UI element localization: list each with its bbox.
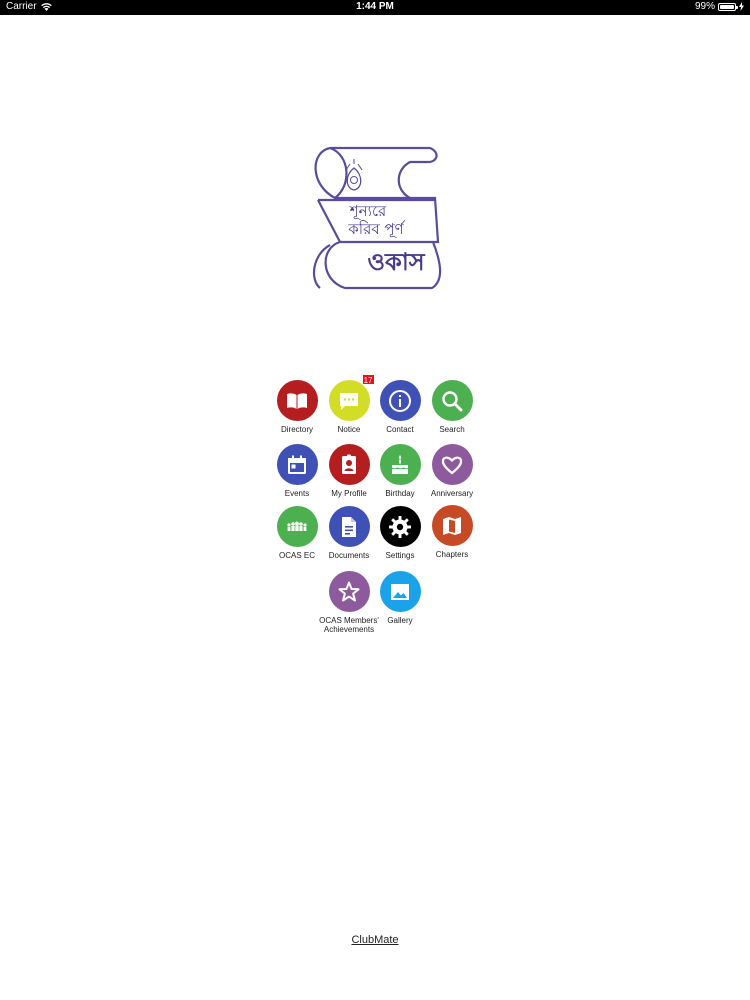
charging-bolt-icon (739, 2, 744, 11)
clubmate-link[interactable]: ClubMate (0, 934, 750, 946)
menu-item-search[interactable]: Search (418, 380, 486, 434)
battery-icon (718, 2, 738, 11)
anniversary-label: Anniversary (430, 489, 474, 498)
map-icon (443, 516, 461, 535)
menu-item-anniversary[interactable]: Anniversary (418, 444, 486, 498)
birthday-circle[interactable] (379, 444, 421, 485)
image-icon (391, 583, 409, 600)
cake-icon (392, 454, 408, 474)
book-icon (287, 392, 307, 409)
achievements-circle[interactable] (328, 571, 370, 612)
battery-percent: 99% (694, 1, 715, 12)
my-profile-label: My Profile (331, 489, 367, 498)
chapters-label: Chapters (435, 550, 469, 559)
status-time: 1:44 PM (356, 1, 394, 12)
documents-circle[interactable] (328, 506, 370, 547)
search-label: Search (439, 425, 465, 434)
settings-label: Settings (385, 551, 415, 560)
status-bar: Carrier 1:44 PM 99% (0, 0, 750, 15)
heart-icon (441, 456, 463, 474)
chapters-circle[interactable] (431, 505, 473, 546)
id-badge-icon (342, 454, 356, 474)
logo-line-2: করিব পূর্ণ (347, 220, 406, 239)
menu-item-chapters[interactable]: Chapters (418, 505, 486, 559)
info-icon (389, 389, 411, 412)
achievements-label-line-2: Achievements (323, 625, 375, 634)
ocas-logo: শূন্যরে করিব পূর্ণ ওকাস (312, 146, 442, 290)
ocas-ec-label: OCAS EC (278, 551, 315, 560)
logo-emblem-icon (345, 159, 363, 191)
logo-line-3: ওকাস (367, 248, 425, 276)
contact-circle[interactable] (379, 380, 421, 421)
events-circle[interactable] (276, 444, 318, 485)
ocas-ec-circle[interactable] (276, 506, 318, 547)
group-icon (287, 521, 307, 531)
contact-label: Contact (386, 425, 414, 434)
directory-circle[interactable] (276, 380, 318, 421)
settings-circle[interactable] (379, 506, 421, 547)
menu-item-gallery[interactable]: Gallery (366, 571, 434, 625)
document-icon (342, 516, 356, 537)
gallery-label: Gallery (387, 616, 413, 625)
events-label: Events (284, 489, 310, 498)
birthday-label: Birthday (385, 489, 415, 498)
logo-line-1: শূন্যরে (349, 202, 387, 220)
search-circle[interactable] (431, 380, 473, 421)
anniversary-circle[interactable] (431, 444, 473, 485)
my-profile-circle[interactable] (328, 444, 370, 485)
documents-label: Documents (328, 551, 370, 560)
gallery-circle[interactable] (379, 571, 421, 612)
calendar-icon (288, 455, 306, 474)
gear-icon (389, 515, 411, 538)
chat-bubble-icon (340, 392, 358, 410)
battery-fill (720, 4, 734, 9)
directory-label: Directory (280, 425, 313, 434)
status-right: 99% (695, 1, 744, 12)
notice-label: Notice (337, 425, 361, 434)
star-icon (338, 581, 360, 601)
search-icon (442, 390, 463, 411)
notice-circle[interactable]: 17 (328, 374, 375, 421)
